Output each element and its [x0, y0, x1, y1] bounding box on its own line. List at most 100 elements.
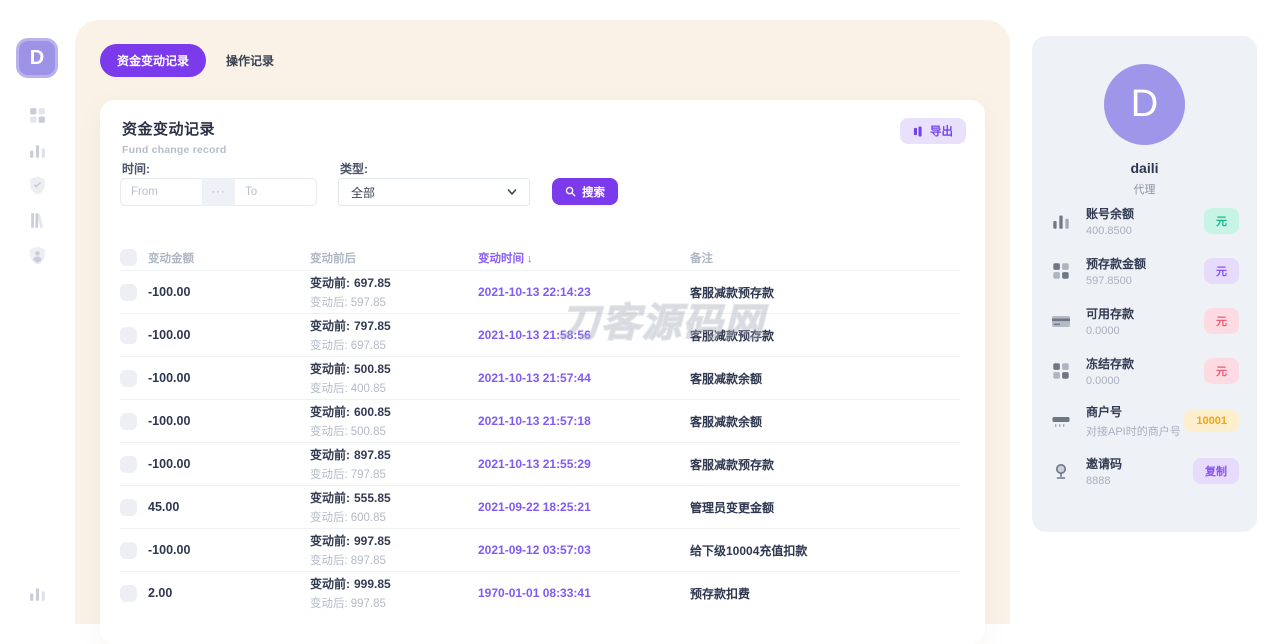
profile-stat-row: 账号余额 400.8500 元 — [1032, 196, 1257, 246]
bar-chart-icon[interactable] — [27, 140, 48, 161]
profile-stat-row: 冻结存款 0.0000 元 — [1032, 346, 1257, 396]
cell-change-time: 2021-10-13 22:14:23 — [478, 285, 591, 299]
header-change-time-label: 变动时间 — [478, 252, 524, 265]
row-checkbox[interactable] — [120, 455, 137, 473]
tab-operation-record[interactable]: 操作记录 — [226, 52, 274, 69]
library-icon[interactable] — [27, 210, 48, 231]
stat-value: 对接API时的商户号 — [1086, 426, 1181, 438]
search-button[interactable]: 搜索 — [552, 178, 618, 205]
table-row: -100.00 变动前: 897.85 变动后: 797.85 2021-10-13… — [120, 442, 960, 485]
page-title: 资金变动记录 — [122, 121, 216, 138]
credit-card-icon — [1050, 310, 1072, 332]
before-value: 797.85 — [354, 319, 391, 333]
grid-icon[interactable] — [27, 105, 48, 126]
shield-check-icon[interactable] — [27, 175, 48, 196]
header-change-time-sort[interactable]: 变动时间 ↓ — [478, 250, 690, 266]
before-prefix: 变动前: — [310, 319, 350, 333]
before-value: 999.85 — [354, 577, 391, 591]
export-button[interactable]: 导出 — [900, 118, 966, 144]
bar-chart-icon — [1050, 210, 1072, 232]
row-checkbox[interactable] — [120, 584, 137, 602]
stat-badge: 10001 — [1184, 410, 1239, 432]
avatar-letter: D — [1130, 83, 1159, 125]
before-value: 500.85 — [354, 362, 391, 376]
type-select[interactable]: 全部 — [338, 178, 530, 206]
sidebar-nav — [0, 105, 75, 266]
page-subtitle: Fund change record — [122, 144, 227, 156]
app-logo[interactable]: D — [16, 38, 58, 78]
after-prefix: 变动后: — [310, 426, 348, 438]
header-remark: 备注 — [690, 252, 713, 265]
cell-amount: -100.00 — [148, 457, 191, 471]
time-filter-label: 时间: — [122, 162, 150, 176]
cell-amount: -100.00 — [148, 414, 191, 428]
table-row: 2.00 变动前: 999.85 变动后: 997.85 1970-01-01 08… — [120, 571, 960, 614]
row-checkbox[interactable] — [120, 498, 137, 516]
profile-stat-row: 可用存款 0.0000 元 — [1032, 296, 1257, 346]
row-checkbox[interactable] — [120, 541, 137, 559]
cell-change-time: 2021-09-22 18:25:21 — [478, 500, 591, 514]
date-from-input[interactable] — [120, 178, 202, 206]
table-row: -100.00 变动前: 997.85 变动后: 897.85 2021-09-12… — [120, 528, 960, 571]
cell-before-after: 变动前: 500.85 变动后: 400.85 — [310, 360, 478, 396]
cell-remark: 管理员变更金额 — [690, 500, 775, 515]
after-prefix: 变动后: — [310, 383, 348, 395]
after-value: 897.85 — [350, 555, 386, 567]
after-prefix: 变动后: — [310, 598, 348, 610]
export-label: 导出 — [930, 126, 953, 138]
stat-value: 0.0000 — [1086, 325, 1120, 337]
cell-remark: 客服减款预存款 — [690, 328, 775, 343]
fund-table: 变动金额 变动前后 变动时间 ↓ 备注 -100.00 变动前: 697.85 变动… — [120, 245, 960, 614]
cell-before-after: 变动前: 555.85 变动后: 600.85 — [310, 489, 478, 525]
grid-icon — [1050, 360, 1072, 382]
after-value: 500.85 — [350, 426, 386, 438]
row-checkbox[interactable] — [120, 326, 137, 344]
cell-before-after: 变动前: 797.85 变动后: 697.85 — [310, 317, 478, 353]
stat-badge: 元 — [1204, 308, 1239, 334]
bar-chart-icon[interactable] — [27, 583, 48, 604]
after-prefix: 变动后: — [310, 512, 348, 524]
cell-amount: -100.00 — [148, 371, 191, 385]
table-row: -100.00 变动前: 500.85 变动后: 400.85 2021-10-13… — [120, 356, 960, 399]
select-all-checkbox[interactable] — [120, 249, 137, 266]
mic-icon — [1050, 460, 1072, 482]
stat-badge: 元 — [1204, 258, 1239, 284]
stat-badge: 元 — [1204, 358, 1239, 384]
card-header: 资金变动记录 Fund change record — [122, 118, 227, 156]
after-value: 400.85 — [350, 383, 386, 395]
cell-remark: 客服减款预存款 — [690, 285, 775, 300]
tab-fund-change-record[interactable]: 资金变动记录 — [100, 44, 207, 77]
stat-label: 可用存款 — [1086, 307, 1135, 321]
cell-change-time: 2021-10-13 21:57:44 — [478, 371, 591, 385]
stat-label: 预存款金额 — [1086, 257, 1147, 271]
avatar: D — [1104, 64, 1185, 145]
date-range-separator: ··· — [202, 178, 235, 206]
search-label: 搜索 — [582, 186, 605, 199]
stat-label: 商户号 — [1086, 405, 1123, 419]
row-checkbox[interactable] — [120, 283, 137, 301]
row-checkbox[interactable] — [120, 369, 137, 387]
shield-user-icon[interactable] — [27, 245, 48, 266]
main-panel: 资金变动记录 操作记录 资金变动记录 Fund change record 导出… — [75, 20, 1010, 644]
profile-stat-row: 商户号 对接API时的商户号 10001 — [1032, 396, 1257, 446]
cell-before-after: 变动前: 600.85 变动后: 500.85 — [310, 403, 478, 439]
stat-label: 账号余额 — [1086, 207, 1135, 221]
profile-panel: D daili 代理 账号余额 400.8500 元 预存款金额 597.850… — [1032, 36, 1257, 532]
before-prefix: 变动前: — [310, 405, 350, 419]
row-checkbox[interactable] — [120, 412, 137, 430]
cell-amount: -100.00 — [148, 543, 191, 557]
stat-value: 400.8500 — [1086, 225, 1132, 237]
type-select-value: 全部 — [351, 185, 376, 200]
stat-badge[interactable]: 复制 — [1193, 458, 1239, 484]
header-before-after: 变动前后 — [310, 252, 356, 265]
after-prefix: 变动后: — [310, 297, 348, 309]
date-to-input[interactable] — [235, 178, 317, 206]
stat-label: 冻结存款 — [1086, 357, 1135, 371]
after-value: 797.85 — [350, 469, 386, 481]
after-value: 597.85 — [350, 297, 386, 309]
cell-before-after: 变动前: 997.85 变动后: 897.85 — [310, 532, 478, 568]
table-row: -100.00 变动前: 797.85 变动后: 697.85 2021-10-13… — [120, 313, 960, 356]
after-value: 697.85 — [350, 340, 386, 352]
profile-stat-row: 预存款金额 597.8500 元 — [1032, 246, 1257, 296]
server-icon — [1050, 410, 1072, 432]
